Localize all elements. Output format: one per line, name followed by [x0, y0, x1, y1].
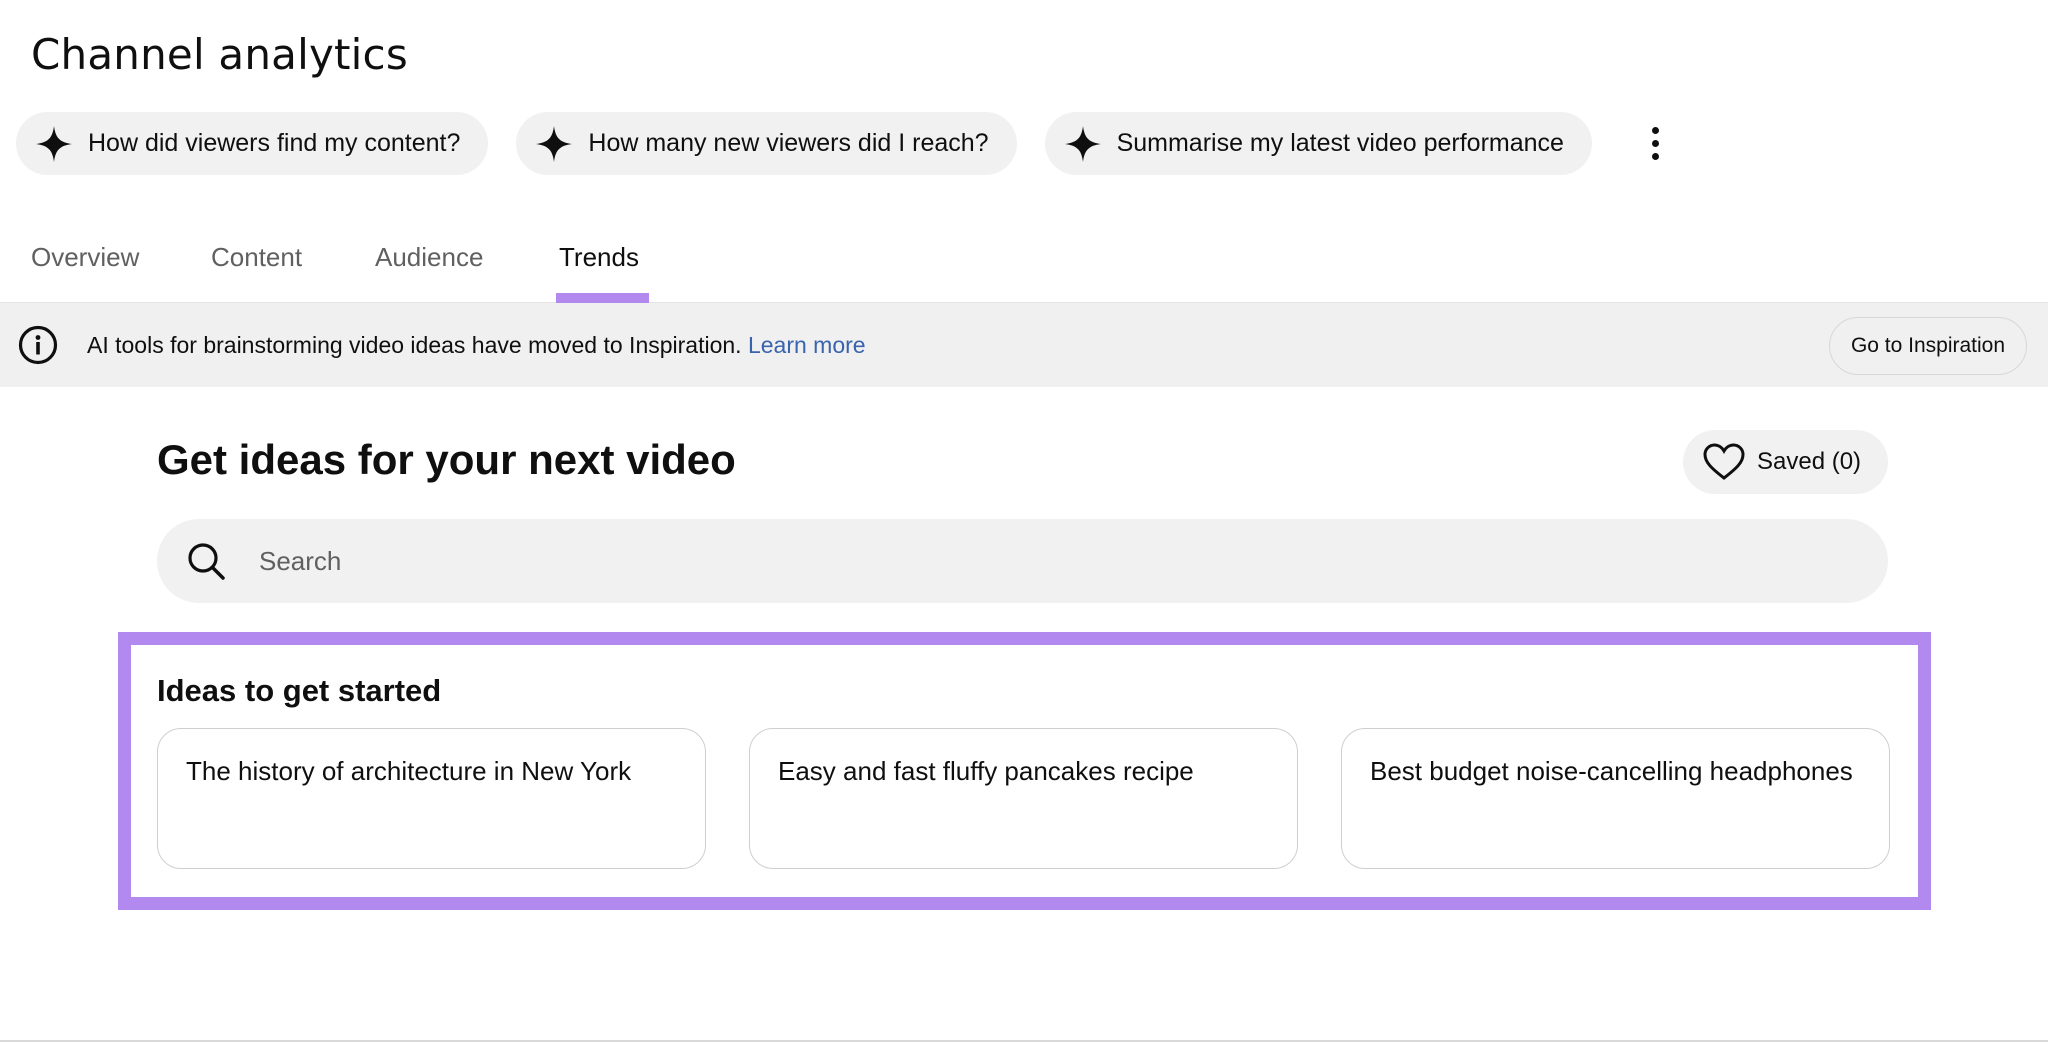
idea-cards: The history of architecture in New York … — [157, 728, 1890, 869]
idea-card[interactable]: Easy and fast fluffy pancakes recipe — [749, 728, 1298, 869]
channel-analytics-page: Channel analytics How did viewers find m… — [0, 0, 2048, 1042]
chip-label: How many new viewers did I reach? — [588, 129, 989, 157]
search-bar — [157, 519, 1888, 603]
ideas-heading: Get ideas for your next video — [157, 436, 736, 483]
sparkle-icon — [1064, 125, 1101, 162]
search-input[interactable] — [259, 545, 1888, 577]
heart-icon — [1703, 443, 1745, 481]
go-to-inspiration-button[interactable]: Go to Inspiration — [1829, 317, 2027, 375]
suggestion-chips: How did viewers find my content? How man… — [16, 112, 1678, 175]
chip-new-viewers[interactable]: How many new viewers did I reach? — [516, 112, 1017, 175]
chip-label: Summarise my latest video performance — [1116, 129, 1564, 157]
idea-card-text: Best budget noise-cancelling headphones — [1370, 756, 1853, 786]
tab-overview[interactable]: Overview — [31, 242, 139, 273]
chip-summarise-performance[interactable]: Summarise my latest video performance — [1044, 112, 1592, 175]
idea-card[interactable]: Best budget noise-cancelling headphones — [1341, 728, 1890, 869]
more-options-icon[interactable] — [1634, 112, 1678, 175]
tab-bar: Overview Content Audience Trends — [0, 230, 2048, 303]
ideas-section-title: Ideas to get started — [157, 673, 442, 708]
saved-label: Saved (0) — [1757, 448, 1862, 475]
info-banner: AI tools for brainstorming video ideas h… — [0, 303, 2048, 387]
active-tab-indicator — [556, 293, 649, 303]
search-icon — [186, 541, 226, 581]
tab-trends[interactable]: Trends — [559, 242, 639, 273]
idea-card-text: The history of architecture in New York — [186, 756, 632, 786]
page-title: Channel analytics — [31, 30, 408, 79]
info-icon — [18, 325, 58, 365]
learn-more-link[interactable]: Learn more — [748, 332, 866, 358]
sparkle-icon — [536, 125, 573, 162]
chip-label: How did viewers find my content? — [88, 129, 461, 157]
banner-text: AI tools for brainstorming video ideas h… — [87, 332, 742, 358]
idea-card[interactable]: The history of architecture in New York — [157, 728, 706, 869]
sparkle-icon — [36, 125, 72, 162]
idea-card-text: Easy and fast fluffy pancakes recipe — [778, 756, 1194, 786]
saved-button[interactable]: Saved (0) — [1683, 430, 1888, 494]
tab-content[interactable]: Content — [211, 242, 302, 273]
chip-viewers-find-content[interactable]: How did viewers find my content? — [16, 112, 489, 175]
tab-audience[interactable]: Audience — [375, 242, 483, 273]
banner-message: AI tools for brainstorming video ideas h… — [87, 332, 866, 359]
